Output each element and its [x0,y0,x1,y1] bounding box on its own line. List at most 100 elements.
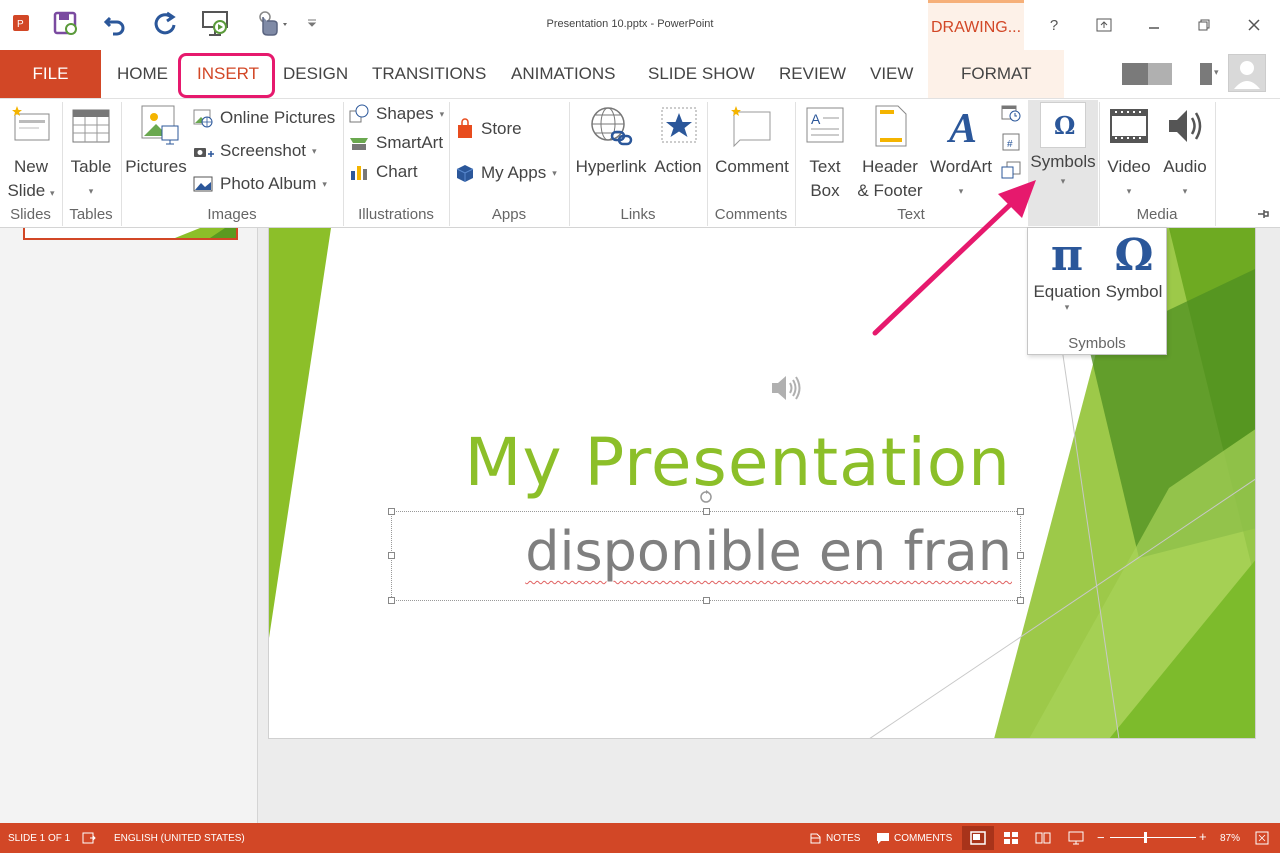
tab-design[interactable]: DESIGN [283,50,348,98]
annotation-arrow-icon [872,180,1036,336]
group-label-images: Images [207,206,257,223]
resize-handle[interactable] [703,597,710,604]
group-label-slides: Slides [10,206,51,223]
new-slide-button[interactable]: New Slide ▾ [3,104,59,205]
online-pictures-button[interactable]: Online Pictures [192,105,335,131]
zoom-in-icon[interactable]: + [1199,829,1207,844]
header-footer-icon [875,105,907,147]
video-button[interactable]: Video ▾ [1102,104,1156,203]
comment-button[interactable]: Comment [710,104,794,179]
table-button[interactable]: Table ▾ [64,104,118,203]
video-label: Video [1107,157,1151,176]
shapes-icon [349,104,369,123]
smartart-button[interactable]: SmartArt [348,130,443,156]
account-dropdown-icon[interactable]: ▾ [1200,63,1220,85]
tab-animations[interactable]: ANIMATIONS [511,50,616,98]
comment-label: Comment [715,157,789,176]
zoom-level[interactable]: 87% [1220,833,1240,844]
my-apps-icon [456,165,474,182]
avatar[interactable] [1228,54,1266,92]
zoom-slider-thumb[interactable] [1144,832,1147,843]
comment-icon [731,106,771,148]
chart-button[interactable]: Chart [348,159,418,185]
date-time-icon[interactable] [1000,103,1022,123]
insert-tab-highlight-annotation [178,53,275,98]
slide-title[interactable]: My Presentation [269,424,1011,501]
shapes-button[interactable]: Shapes ▾ [348,101,444,127]
resize-handle[interactable] [388,508,395,515]
language-indicator[interactable]: ENGLISH (UNITED STATES) [114,833,245,844]
ribbon-display-options-icon[interactable] [1090,12,1118,38]
table-icon [72,109,110,143]
slide-number-icon[interactable]: # [1000,132,1022,152]
tab-review[interactable]: REVIEW [779,50,846,98]
omega-icon: Ω [1040,102,1086,148]
action-button[interactable]: Action [650,104,706,179]
slide-show-view-icon[interactable] [1068,831,1084,848]
text-box-button[interactable]: A Text Box [800,104,850,203]
symbol-button[interactable]: Ω Symbol [1102,230,1166,310]
slide-sorter-icon[interactable] [1003,831,1019,848]
store-icon [458,118,472,138]
subtitle-placeholder[interactable]: disponible en fran [391,511,1021,601]
screenshot-button[interactable]: Screenshot ▾ [192,138,317,164]
restore-icon[interactable] [1190,12,1218,38]
resize-handle[interactable] [388,597,395,604]
notes-icon[interactable] [808,831,822,848]
window-title: Presentation 10.pptx - PowerPoint [546,18,714,30]
slide-subtitle[interactable]: disponible en fran [525,520,1012,583]
video-icon [1110,109,1148,143]
tab-slide-show[interactable]: SLIDE SHOW [648,50,755,98]
slide-thumbnails-pane[interactable] [0,228,258,823]
smartart-icon [350,138,368,150]
symbols-label: Symbols [1030,152,1096,171]
pin-ribbon-icon[interactable] [1256,207,1272,221]
resize-handle[interactable] [1017,552,1024,559]
notes-button[interactable]: NOTES [826,833,860,844]
account-name-redacted[interactable] [1122,63,1172,85]
slide-thumbnail[interactable] [23,228,238,240]
tab-transitions[interactable]: TRANSITIONS [372,50,486,98]
audio-button[interactable]: Audio ▾ [1158,104,1212,203]
audio-clip-icon[interactable] [769,372,809,404]
my-apps-button[interactable]: My Apps ▾ [455,160,557,186]
new-slide-icon [12,106,50,141]
zoom-out-icon[interactable]: − [1097,830,1105,845]
group-label-tables: Tables [69,206,113,223]
tab-home[interactable]: HOME [117,50,168,98]
resize-handle[interactable] [703,508,710,515]
help-icon[interactable]: ? [1040,12,1068,38]
my-apps-label: My Apps [481,163,547,182]
resize-handle[interactable] [1017,597,1024,604]
tab-file[interactable]: FILE [0,50,101,98]
minimize-icon[interactable] [1140,12,1168,38]
resize-handle[interactable] [388,552,395,559]
screenshot-label: Screenshot [220,141,306,160]
zoom-slider[interactable] [1110,832,1196,843]
pictures-button[interactable]: Pictures [124,104,188,179]
fit-to-window-icon[interactable] [1254,830,1270,849]
photo-album-label: Photo Album [220,174,317,193]
spell-check-icon[interactable] [82,831,96,848]
pictures-icon [141,105,179,145]
tab-format[interactable]: FORMAT [961,50,1032,98]
new-slide-label-1: New [13,157,48,176]
resize-handle[interactable] [1017,508,1024,515]
reading-view-icon[interactable] [1035,831,1051,848]
slide-count[interactable]: SLIDE 1 OF 1 [8,833,70,844]
normal-view-icon[interactable] [962,826,994,850]
tab-view[interactable]: VIEW [870,50,913,98]
close-icon[interactable] [1240,12,1268,38]
photo-album-button[interactable]: Photo Album ▾ [192,171,327,197]
action-label: Action [654,157,702,176]
title-bar: P Presentation 10.pptx - PowerPoint DRAW… [0,0,1280,50]
comments-button[interactable]: COMMENTS [894,833,952,844]
rotate-handle-icon[interactable] [699,490,713,504]
status-bar: SLIDE 1 OF 1 ENGLISH (UNITED STATES) NOT… [0,823,1280,853]
store-button[interactable]: Store [455,116,522,142]
wordart-icon: A [946,106,977,152]
shapes-label: Shapes [376,104,434,123]
audio-icon [1169,110,1202,142]
comments-icon[interactable] [876,831,890,848]
hyperlink-button[interactable]: Hyperlink [572,104,650,179]
